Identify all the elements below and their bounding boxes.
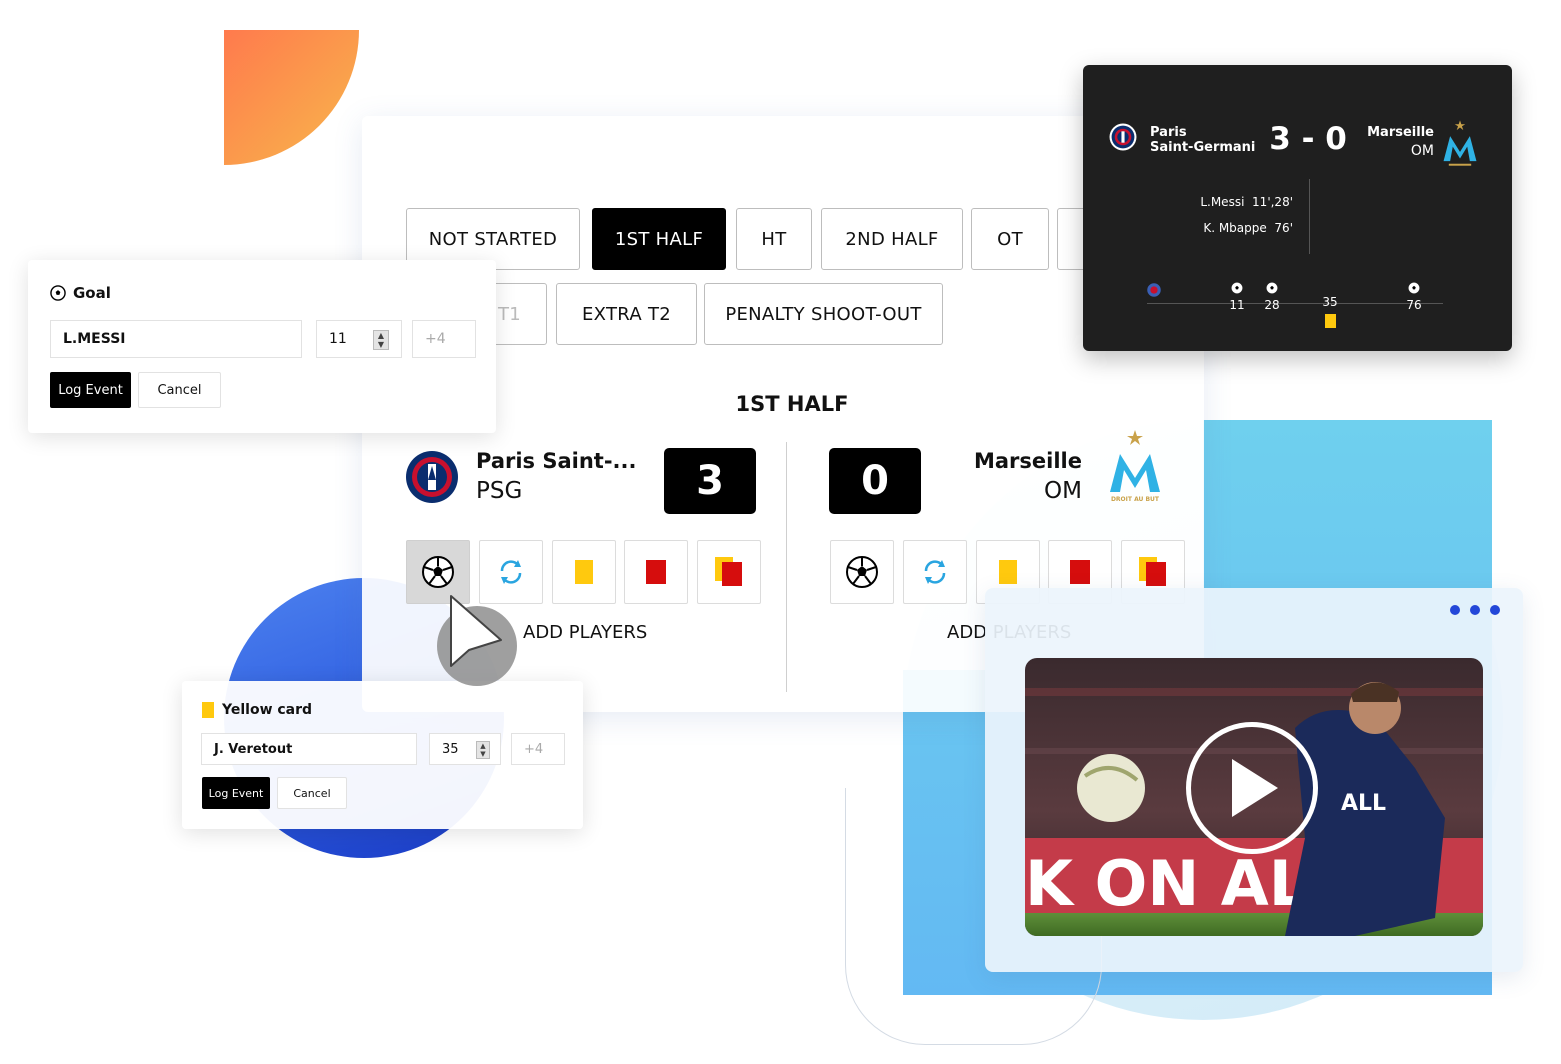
- yellow-minute-input[interactable]: 35 ▲ ▼: [429, 733, 501, 765]
- goal-log-event-button[interactable]: Log Event: [50, 372, 131, 408]
- widget-away-line2: OM: [1410, 143, 1434, 159]
- red-card-icon: [1070, 560, 1090, 584]
- away-score[interactable]: 0: [829, 448, 921, 514]
- goal-minute-value: 11: [329, 331, 347, 347]
- svg-text:DROIT AU BUT: DROIT AU BUT: [1111, 496, 1160, 503]
- widget-scorer-1-minutes: 11',28': [1252, 195, 1293, 209]
- timeline-yellow-1: 35: [1319, 295, 1341, 328]
- widget-scorer-1-name: L.Messi: [1200, 195, 1245, 209]
- yellow-minute-value: 35: [442, 741, 459, 757]
- yellow-card-icon: [999, 560, 1017, 584]
- menu-dot-icon[interactable]: [1490, 605, 1500, 615]
- yellow-log-event-button[interactable]: Log Event: [202, 777, 270, 809]
- timeline-goal-1: 11: [1229, 279, 1245, 312]
- goal-event-form: Goal L.MESSI 11 ▲ ▼ +4 Log Event Cancel: [28, 260, 496, 433]
- home-team-name: Paris Saint-...: [476, 449, 637, 473]
- widget-divider: [1309, 179, 1310, 254]
- timeline-axis: [1147, 303, 1443, 304]
- home-team-short: PSG: [476, 478, 523, 504]
- soccer-ball-icon: [1408, 282, 1420, 294]
- widget-home-line2: Saint-Germani: [1150, 140, 1256, 155]
- goal-minute-stepper[interactable]: ▲ ▼: [373, 330, 389, 350]
- yellow-extra-time-input[interactable]: +4: [511, 733, 565, 765]
- widget-scorer-2-minutes: 76': [1274, 221, 1293, 235]
- timeline-goal-2: 28: [1261, 279, 1283, 312]
- away-team-name: Marseille: [973, 449, 1082, 473]
- goal-cancel-button[interactable]: Cancel: [138, 372, 221, 408]
- home-score[interactable]: 3: [664, 448, 756, 514]
- widget-scorer-2: K. Mbappe 76': [1083, 221, 1293, 235]
- play-button[interactable]: [1186, 722, 1318, 854]
- video-shirt-text: ALL: [1341, 791, 1386, 816]
- timeline-psg-icon: [1147, 282, 1161, 301]
- om-logo-icon: [1439, 119, 1481, 173]
- timeline-minute-4: 76: [1406, 298, 1422, 312]
- timeline-minute-2: 28: [1264, 298, 1280, 312]
- soccer-ball-icon: [50, 285, 66, 305]
- yellow-card-event-form: Yellow card J. Veretout 35 ▲ ▼ +4 Log Eve…: [182, 681, 583, 829]
- soccer-ball-icon: [1231, 282, 1243, 294]
- video-thumbnail[interactable]: K ON ALL ALL: [1025, 658, 1483, 936]
- widget-away-line1: Marseille: [1367, 125, 1434, 140]
- away-team-short: OM: [1044, 478, 1082, 504]
- yellow-player-input[interactable]: J. Veretout: [201, 733, 417, 765]
- home-second-yellow-button[interactable]: [697, 540, 761, 604]
- red-card-icon: [646, 560, 666, 584]
- widget-scorer-1: L.Messi 11',28': [1083, 195, 1293, 209]
- video-highlight-card: K ON ALL ALL: [985, 588, 1523, 972]
- menu-dot-icon[interactable]: [1450, 605, 1460, 615]
- yellow-card-icon: [1324, 314, 1336, 328]
- away-substitution-button[interactable]: [903, 540, 967, 604]
- refresh-icon: [500, 560, 522, 584]
- timeline-minute-3: 35: [1322, 295, 1338, 309]
- play-icon: [1232, 759, 1278, 817]
- status-extra-t2[interactable]: EXTRA T2: [556, 283, 697, 345]
- status-2nd-half[interactable]: 2ND HALF: [821, 208, 963, 270]
- home-add-players-link[interactable]: ADD PLAYERS: [523, 622, 647, 643]
- status-ht[interactable]: HT: [736, 208, 812, 270]
- yellow-minute-stepper[interactable]: ▲ ▼: [476, 741, 490, 759]
- soccer-ball-icon: [1266, 282, 1278, 294]
- away-goal-button[interactable]: [830, 540, 894, 604]
- psg-logo-icon: [405, 450, 459, 508]
- decor-orange-shape: [224, 30, 359, 165]
- om-logo-icon: DROIT AU BUT: [1104, 428, 1166, 508]
- yellow-card-icon: [575, 560, 593, 584]
- goal-extra-time-input[interactable]: +4: [412, 320, 476, 358]
- menu-dot-icon[interactable]: [1470, 605, 1480, 615]
- second-yellow-card-icon: [715, 557, 743, 587]
- goal-minute-input[interactable]: 11 ▲ ▼: [316, 320, 402, 358]
- mouse-cursor-icon: [435, 594, 519, 692]
- scoreboard-widget: Paris Saint-Germani 3 - 0 Marseille OM L…: [1083, 65, 1512, 351]
- psg-logo-icon: [1109, 123, 1137, 155]
- timeline-minute-1: 11: [1229, 298, 1245, 312]
- yellow-card-icon: [202, 702, 214, 718]
- yellow-form-title: Yellow card: [222, 702, 313, 718]
- goal-player-input[interactable]: L.MESSI: [50, 320, 302, 358]
- second-yellow-card-icon: [1139, 557, 1167, 587]
- soccer-ball-icon: [422, 556, 454, 588]
- refresh-icon: [924, 560, 946, 584]
- widget-scorer-2-name: K. Mbappe: [1203, 221, 1267, 235]
- status-penalty-shootout[interactable]: PENALTY SHOOT-OUT: [704, 283, 943, 345]
- team-divider: [786, 442, 787, 692]
- soccer-ball-icon: [846, 556, 878, 588]
- status-1st-half[interactable]: 1ST HALF: [592, 208, 726, 270]
- goal-form-title: Goal: [73, 284, 111, 302]
- home-yellow-card-button[interactable]: [552, 540, 616, 604]
- status-ot[interactable]: OT: [971, 208, 1049, 270]
- yellow-cancel-button[interactable]: Cancel: [277, 777, 347, 809]
- timeline-goal-3: 76: [1403, 279, 1425, 312]
- widget-home-line1: Paris: [1150, 125, 1187, 140]
- home-red-card-button[interactable]: [624, 540, 688, 604]
